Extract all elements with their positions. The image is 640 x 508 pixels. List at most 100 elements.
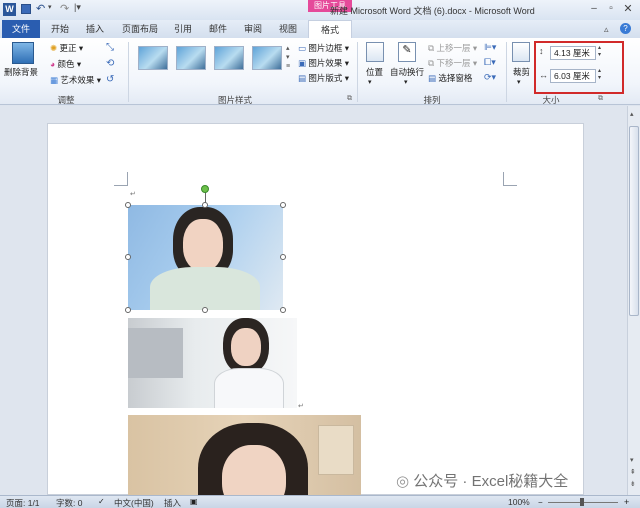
- tab-file[interactable]: 文件: [2, 20, 40, 38]
- customize-icon[interactable]: |▾: [74, 2, 81, 13]
- tab-format[interactable]: 格式: [308, 20, 352, 39]
- coat-shape: [214, 368, 284, 408]
- picture-style-thumb[interactable]: [138, 46, 168, 70]
- maximize-icon[interactable]: ▫: [603, 2, 619, 16]
- crop-dropdown-icon[interactable]: ▾: [517, 78, 521, 86]
- zoom-in-icon[interactable]: +: [624, 497, 629, 507]
- dialog-launcher-icon[interactable]: ⧉: [598, 95, 603, 103]
- group-icon[interactable]: ⧠▾: [484, 57, 496, 68]
- scroll-up-icon[interactable]: ▴: [630, 110, 634, 118]
- vertical-scrollbar[interactable]: ▴ ▾ ⇞ ⇟: [627, 106, 640, 495]
- picture-layout-button[interactable]: ▤ 图片版式 ▾: [298, 72, 349, 84]
- close-icon[interactable]: ✕: [620, 2, 636, 16]
- resize-handle[interactable]: [280, 254, 286, 260]
- corrections-icon: ✺: [50, 43, 58, 53]
- rotate-handle[interactable]: [201, 185, 209, 193]
- picture-3[interactable]: [128, 415, 361, 495]
- align-icon[interactable]: ⊫▾: [484, 42, 496, 53]
- resize-handle[interactable]: [280, 202, 286, 208]
- tab-view[interactable]: 视图: [274, 20, 302, 38]
- artistic-effects-icon: ▦: [50, 75, 59, 85]
- help-icon[interactable]: ?: [620, 23, 631, 34]
- proofing-icon[interactable]: ✓: [98, 497, 105, 506]
- zoom-level[interactable]: 100%: [508, 497, 530, 507]
- rotate-icon[interactable]: ⟳▾: [484, 72, 496, 83]
- scroll-thumb[interactable]: [629, 126, 639, 316]
- tab-mailings[interactable]: 邮件: [204, 20, 232, 38]
- color-icon: ◕: [50, 59, 56, 69]
- artistic-effects-button[interactable]: ▦ 艺术效果 ▾: [50, 74, 101, 86]
- crop-icon[interactable]: [512, 42, 530, 62]
- word-count[interactable]: 字数: 0: [56, 497, 82, 508]
- resize-handle[interactable]: [125, 307, 131, 313]
- arrange-group-label: 排列: [423, 95, 441, 105]
- resize-handle[interactable]: [125, 254, 131, 260]
- macro-icon[interactable]: ▣: [190, 497, 198, 506]
- minimize-icon[interactable]: –: [586, 2, 602, 16]
- send-backward-button[interactable]: ⧉ 下移一层 ▾: [428, 57, 477, 69]
- picture-2[interactable]: [128, 318, 297, 408]
- wrap-text-icon[interactable]: ✎: [398, 42, 416, 62]
- picture-style-thumb[interactable]: [214, 46, 244, 70]
- picture-border-icon: ▭: [298, 43, 307, 53]
- position-dropdown-icon[interactable]: ▾: [368, 78, 372, 86]
- remove-background-icon[interactable]: [12, 42, 34, 64]
- corrections-button[interactable]: ✺ 更正 ▾: [50, 42, 83, 54]
- watermark: ◎ 公众号 · Excel秘籍大全: [396, 473, 569, 490]
- position-icon[interactable]: [366, 42, 384, 62]
- resize-handle[interactable]: [280, 307, 286, 313]
- wrap-text-button[interactable]: 自动换行: [390, 66, 424, 78]
- margin-mark: [503, 172, 504, 186]
- picture-effects-button[interactable]: ▣ 图片效果 ▾: [298, 57, 349, 69]
- minimize-ribbon-icon[interactable]: ▵: [604, 24, 609, 35]
- bring-forward-icon: ⧉: [428, 43, 435, 53]
- crop-button[interactable]: 裁剪: [513, 66, 530, 78]
- zoom-out-icon[interactable]: −: [538, 498, 543, 507]
- picture-style-thumb[interactable]: [252, 46, 282, 70]
- dialog-launcher-icon[interactable]: ⧉: [347, 95, 352, 103]
- position-button[interactable]: 位置: [366, 66, 383, 78]
- picture-styles-group-label: 图片样式: [217, 95, 252, 105]
- face-shape: [183, 219, 223, 271]
- word-logo-icon[interactable]: W: [3, 3, 16, 16]
- change-picture-icon[interactable]: ⟲: [106, 58, 114, 69]
- title-bar: W ↶ ▾ ↷ |▾ 图片工具 新建 Microsoft Word 文档 (6)…: [0, 0, 640, 20]
- scroll-down-icon[interactable]: ▾: [630, 456, 634, 464]
- status-bar: 页面: 1/1 字数: 0 ✓ 中文(中国) 插入 ▣ 100% − +: [0, 495, 640, 508]
- language[interactable]: 中文(中国): [114, 497, 154, 508]
- picture-style-thumb[interactable]: [176, 46, 206, 70]
- tab-review[interactable]: 审阅: [238, 20, 268, 38]
- margin-mark: [114, 185, 128, 186]
- resize-handle[interactable]: [202, 307, 208, 313]
- compress-pictures-icon[interactable]: ⤡: [106, 42, 114, 53]
- paragraph-mark: ↵: [130, 191, 136, 198]
- selection-pane-button[interactable]: ▤ 选择窗格: [428, 72, 472, 84]
- adjust-group-label: 调整: [57, 95, 75, 105]
- tab-references[interactable]: 引用: [168, 20, 198, 38]
- picture-1[interactable]: [128, 205, 283, 310]
- tab-insert[interactable]: 插入: [80, 20, 110, 38]
- prev-page-icon[interactable]: ⇞: [630, 468, 636, 476]
- tab-page-layout[interactable]: 页面布局: [118, 20, 162, 38]
- gallery-scroll-icon[interactable]: ▴ ▾ ≡: [286, 44, 290, 71]
- tab-home[interactable]: 开始: [46, 20, 74, 38]
- page-count[interactable]: 页面: 1/1: [6, 497, 40, 508]
- remove-background-button[interactable]: 删除背景: [4, 66, 38, 78]
- zoom-slider-thumb[interactable]: [580, 498, 584, 506]
- group-divider: [357, 42, 358, 102]
- reset-picture-icon[interactable]: ↺: [106, 74, 114, 85]
- color-button[interactable]: ◕ 颜色 ▾: [50, 58, 81, 70]
- undo-icon[interactable]: ↶: [36, 2, 45, 15]
- send-backward-icon: ⧉: [428, 58, 435, 68]
- picture-effects-icon: ▣: [298, 58, 307, 68]
- resize-handle[interactable]: [125, 202, 131, 208]
- undo-dropdown-icon[interactable]: ▾: [48, 3, 52, 11]
- insert-mode[interactable]: 插入: [164, 497, 181, 508]
- picture-border-button[interactable]: ▭ 图片边框 ▾: [298, 42, 349, 54]
- next-page-icon[interactable]: ⇟: [630, 480, 636, 488]
- window-title: 新建 Microsoft Word 文档 (6).docx - Microsof…: [330, 6, 535, 16]
- bring-forward-button[interactable]: ⧉ 上移一层 ▾: [428, 42, 477, 54]
- redo-icon[interactable]: ↷: [60, 2, 69, 15]
- save-icon[interactable]: [21, 4, 31, 14]
- wrap-text-dropdown-icon[interactable]: ▾: [404, 78, 408, 86]
